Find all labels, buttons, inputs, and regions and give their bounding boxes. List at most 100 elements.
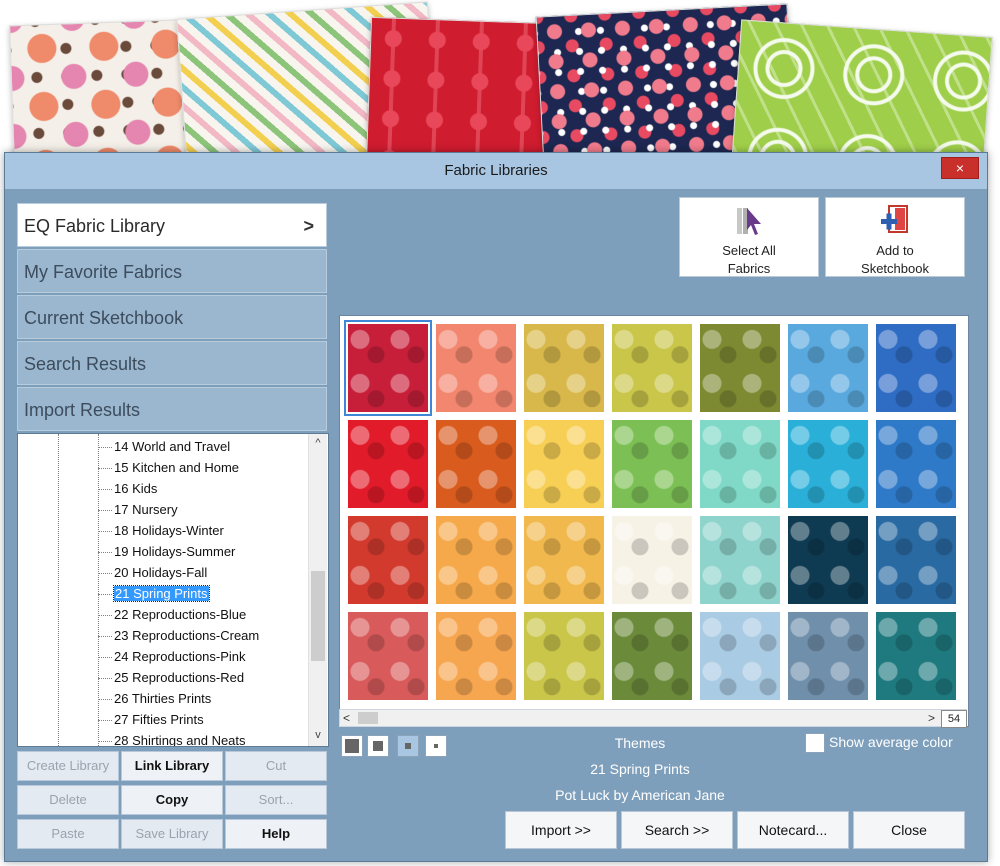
search-button[interactable]: Search >> (621, 811, 733, 849)
tree-item[interactable]: 28 Shirtings and Neats (98, 730, 246, 746)
tree-item[interactable]: 24 Reproductions-Pink (98, 646, 246, 667)
tree-item[interactable]: 17 Nursery (98, 499, 178, 520)
show-average-color-checkbox[interactable] (805, 733, 825, 753)
select-all-icon (737, 208, 761, 235)
cut-button[interactable]: Cut (225, 751, 327, 781)
tree-item[interactable]: 16 Kids (98, 478, 157, 499)
banner-fabric-green-floral (729, 19, 993, 170)
create-library-button[interactable]: Create Library (17, 751, 119, 781)
tree-item[interactable]: 19 Holidays-Summer (98, 541, 235, 562)
size-large-button[interactable] (341, 735, 363, 757)
fabric-swatch[interactable] (700, 516, 780, 604)
paste-button[interactable]: Paste (17, 819, 119, 849)
library-eq-fabric[interactable]: EQ Fabric Library > (17, 203, 327, 247)
library-label: Current Sketchbook (24, 308, 184, 328)
scroll-up-icon[interactable]: ^ (309, 434, 327, 452)
fabric-swatch[interactable] (524, 420, 604, 508)
grid-scroll-thumb[interactable] (358, 712, 378, 724)
fabric-swatch[interactable] (788, 324, 868, 412)
tree-item[interactable]: 23 Reproductions-Cream (98, 625, 259, 646)
delete-button[interactable]: Delete (17, 785, 119, 815)
save-library-button[interactable]: Save Library (121, 819, 223, 849)
dialog-title: Fabric Libraries (444, 162, 548, 179)
copy-button[interactable]: Copy (121, 785, 223, 815)
add-to-sketchbook-label-1: Add to (876, 243, 914, 258)
fabric-swatch[interactable] (436, 612, 516, 700)
tree-item[interactable]: 27 Fifties Prints (98, 709, 204, 730)
chevron-right-icon: > (303, 216, 314, 236)
fabric-swatch[interactable] (436, 516, 516, 604)
fabric-swatch[interactable] (436, 324, 516, 412)
fabric-swatch[interactable] (788, 516, 868, 604)
notecard-button[interactable]: Notecard... (737, 811, 849, 849)
add-to-sketchbook-button[interactable]: Add to Sketchbook (825, 197, 965, 277)
import-button[interactable]: Import >> (505, 811, 617, 849)
fabric-swatch[interactable] (700, 324, 780, 412)
select-all-fabrics-button[interactable]: Select All Fabrics (679, 197, 819, 277)
select-all-label-2: Fabrics (727, 261, 771, 276)
fabric-swatch[interactable] (348, 612, 428, 700)
library-label: My Favorite Fabrics (24, 262, 183, 282)
library-list: EQ Fabric Library > My Favorite Fabrics … (17, 203, 327, 433)
library-label: Search Results (24, 354, 147, 374)
fabric-swatch[interactable] (524, 324, 604, 412)
title-bar: Fabric Libraries × (5, 153, 987, 189)
fabric-swatch[interactable] (788, 612, 868, 700)
tree-scroll-thumb[interactable] (311, 571, 325, 661)
tree-item[interactable]: 26 Thirties Prints (98, 688, 211, 709)
add-to-sketchbook-label-2: Sketchbook (861, 261, 929, 276)
fabric-count: 54 (941, 710, 967, 728)
fabric-swatch[interactable] (348, 516, 428, 604)
tree-item[interactable]: 15 Kitchen and Home (98, 457, 239, 478)
tree-item-selected[interactable]: 21 Spring Prints (98, 583, 210, 604)
fabric-swatch[interactable] (788, 420, 868, 508)
fabric-swatch[interactable] (612, 324, 692, 412)
fabric-collection: Pot Luck by American Jane (555, 787, 725, 803)
fabric-swatch[interactable] (436, 420, 516, 508)
fabric-category: Themes (614, 735, 666, 751)
close-button[interactable]: Close (853, 811, 965, 849)
fabric-swatch[interactable] (612, 516, 692, 604)
fabric-swatch[interactable] (348, 420, 428, 508)
fabric-swatch[interactable] (524, 516, 604, 604)
library-current-sketchbook[interactable]: Current Sketchbook (17, 295, 327, 339)
fabric-swatch[interactable] (876, 612, 956, 700)
size-medium-button[interactable] (367, 735, 389, 757)
library-my-favorites[interactable]: My Favorite Fabrics (17, 249, 327, 293)
scroll-left-icon[interactable]: < (343, 710, 350, 726)
banner-fabric-red-floral (365, 16, 553, 170)
show-average-color-label: Show average color (829, 734, 953, 750)
fabric-swatch[interactable] (876, 516, 956, 604)
fabric-swatch[interactable] (524, 612, 604, 700)
library-search-results[interactable]: Search Results (17, 341, 327, 385)
tree-scrollbar[interactable]: ^ v (308, 434, 327, 746)
fabric-swatch[interactable] (876, 324, 956, 412)
fabric-swatch[interactable] (700, 420, 780, 508)
tree-item[interactable]: 18 Holidays-Winter (98, 520, 224, 541)
fabric-swatch[interactable] (700, 612, 780, 700)
library-label: Import Results (24, 400, 141, 420)
tree-item[interactable]: 22 Reproductions-Blue (98, 604, 246, 625)
size-tiny-button[interactable] (425, 735, 447, 757)
sort-button[interactable]: Sort... (225, 785, 327, 815)
library-import-results[interactable]: Import Results (17, 387, 327, 431)
fabric-swatch[interactable] (344, 320, 432, 416)
fabric-swatch[interactable] (612, 420, 692, 508)
fabric-libraries-dialog: Fabric Libraries × EQ Fabric Library > M… (4, 152, 988, 862)
scroll-right-icon[interactable]: > (928, 710, 935, 726)
fabric-banner (0, 0, 1000, 170)
tree-guide-line (58, 434, 59, 746)
fabric-grid (339, 315, 969, 727)
fabric-swatch[interactable] (612, 612, 692, 700)
grid-horizontal-scrollbar[interactable]: < > (339, 709, 967, 727)
library-tree: 14 World and Travel 15 Kitchen and Home … (17, 433, 329, 747)
scroll-down-icon[interactable]: v (309, 726, 327, 744)
link-library-button[interactable]: Link Library (121, 751, 223, 781)
tree-item[interactable]: 14 World and Travel (98, 436, 230, 457)
tree-item[interactable]: 20 Holidays-Fall (98, 562, 207, 583)
size-small-button[interactable] (397, 735, 419, 757)
fabric-swatch[interactable] (876, 420, 956, 508)
close-icon[interactable]: × (941, 157, 979, 179)
help-button[interactable]: Help (225, 819, 327, 849)
tree-item[interactable]: 25 Reproductions-Red (98, 667, 244, 688)
